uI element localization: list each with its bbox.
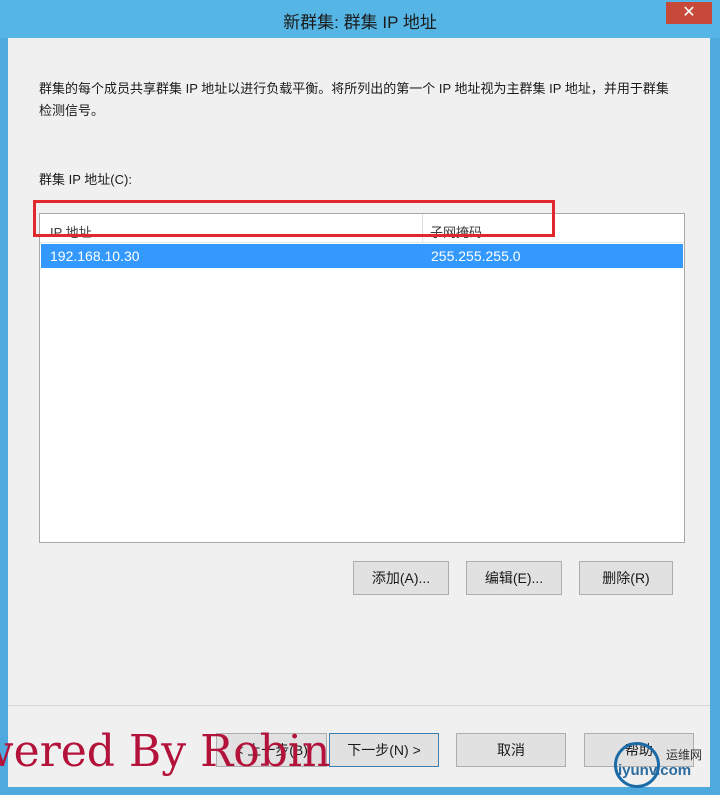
delete-button[interactable]: 删除(R) [579,561,673,595]
cell-ip: 192.168.10.30 [50,248,140,264]
logo-domain: iyunv.com [618,762,692,779]
cell-subnet: 255.255.255.0 [431,248,521,264]
close-icon: ✕ [682,4,696,21]
dialog-window: 新群集: 群集 IP 地址 ✕ 群集的每个成员共享群集 IP 地址以进行负载平衡… [0,0,720,795]
close-button[interactable]: ✕ [666,2,712,24]
site-logo: 运维网 iyunv.com [610,740,714,792]
title-bar[interactable]: 新群集: 群集 IP 地址 ✕ [0,0,720,38]
watermark-text: wered By Robin [0,726,331,777]
edit-button[interactable]: 编辑(E)... [466,561,562,595]
window-title: 新群集: 群集 IP 地址 [283,13,437,32]
dialog-client-area: 群集的每个成员共享群集 IP 地址以进行负载平衡。将所列出的第一个 IP 地址视… [8,38,710,787]
annotation-highlight-box [33,200,555,237]
list-label: 群集 IP 地址(C): [39,172,132,187]
list-row[interactable]: 192.168.10.30 255.255.255.0 [41,244,683,268]
description-text: 群集的每个成员共享群集 IP 地址以进行负载平衡。将所列出的第一个 IP 地址视… [39,81,669,118]
add-button[interactable]: 添加(A)... [353,561,449,595]
ip-address-list[interactable]: IP 地址 子网掩码 192.168.10.30 255.255.255.0 [39,213,685,543]
next-button[interactable]: 下一步(N) > [329,733,439,767]
logo-caption: 运维网 [666,748,703,762]
footer-divider [8,705,710,706]
cancel-button[interactable]: 取消 [456,733,566,767]
